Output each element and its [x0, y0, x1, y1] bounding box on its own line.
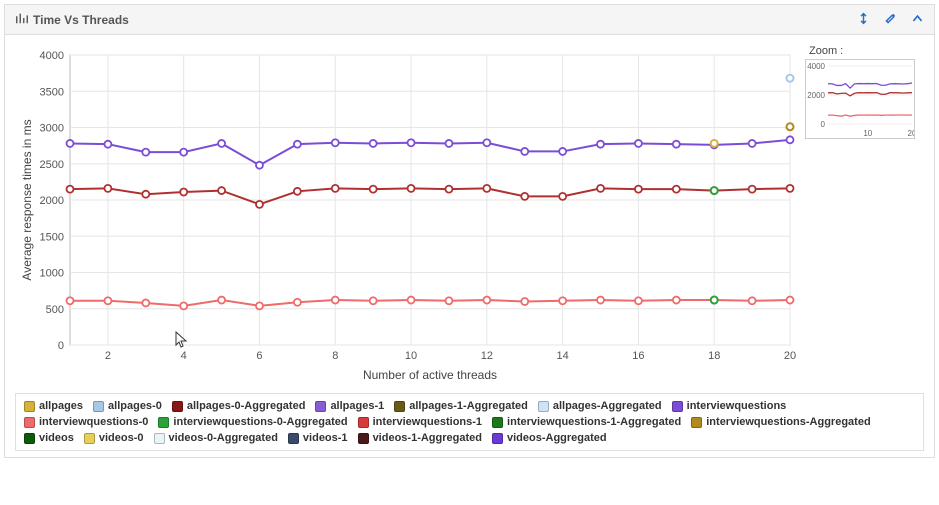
legend-item[interactable]: interviewquestions-0: [24, 416, 148, 428]
svg-text:6: 6: [256, 350, 262, 362]
svg-text:1000: 1000: [40, 268, 64, 280]
legend-swatch: [492, 417, 503, 428]
expand-icon[interactable]: [857, 12, 870, 28]
legend-label: videos-0-Aggregated: [169, 432, 278, 444]
svg-text:3500: 3500: [40, 86, 64, 98]
svg-text:20: 20: [784, 350, 796, 362]
legend-label: interviewquestions-0: [39, 416, 148, 428]
svg-text:4000: 4000: [807, 62, 825, 71]
legend-swatch: [691, 417, 702, 428]
svg-text:0: 0: [58, 340, 64, 352]
legend-swatch: [24, 401, 35, 412]
panel-header: Time Vs Threads: [5, 5, 934, 35]
panel-actions: [857, 12, 924, 28]
legend-swatch: [158, 417, 169, 428]
panel-title: Time Vs Threads: [15, 11, 129, 28]
legend-label: videos-Aggregated: [507, 432, 607, 444]
legend-swatch: [672, 401, 683, 412]
legend-item[interactable]: videos-0-Aggregated: [154, 432, 278, 444]
svg-text:500: 500: [46, 304, 64, 316]
settings-icon[interactable]: [884, 12, 897, 28]
legend-item[interactable]: allpages-1: [315, 400, 384, 412]
legend-item[interactable]: interviewquestions: [672, 400, 787, 412]
legend-item[interactable]: interviewquestions-1-Aggregated: [492, 416, 681, 428]
svg-text:16: 16: [632, 350, 644, 362]
svg-text:10: 10: [405, 350, 417, 362]
legend-item[interactable]: allpages: [24, 400, 83, 412]
legend-swatch: [538, 401, 549, 412]
legend-swatch: [394, 401, 405, 412]
main-line-chart[interactable]: 0 500 1000 1500 2000 2500 3000 3500 4000 2 4 6 8 10 12…: [15, 45, 805, 385]
legend-label: videos-0: [99, 432, 144, 444]
legend-label: videos-1-Aggregated: [373, 432, 482, 444]
legend-swatch: [84, 433, 95, 444]
svg-text:14: 14: [557, 350, 569, 362]
legend-item[interactable]: videos: [24, 432, 74, 444]
svg-text:2: 2: [105, 350, 111, 362]
svg-text:10: 10: [863, 129, 872, 138]
svg-text:18: 18: [708, 350, 720, 362]
legend-swatch: [24, 417, 35, 428]
legend-label: videos-1: [303, 432, 348, 444]
legend-label: interviewquestions-0-Aggregated: [173, 416, 347, 428]
legend-item[interactable]: interviewquestions-0-Aggregated: [158, 416, 347, 428]
panel-body: 0 500 1000 1500 2000 2500 3000 3500 4000 2 4 6 8 10 12…: [5, 35, 934, 457]
legend-label: allpages: [39, 400, 83, 412]
legend-swatch: [24, 433, 35, 444]
svg-text:0: 0: [821, 120, 826, 129]
panel-title-text: Time Vs Threads: [33, 13, 129, 27]
svg-text:4: 4: [181, 350, 187, 362]
legend-label: allpages-0-Aggregated: [187, 400, 306, 412]
legend-swatch: [172, 401, 183, 412]
legend-swatch: [315, 401, 326, 412]
legend-item[interactable]: allpages-1-Aggregated: [394, 400, 528, 412]
legend-label: interviewquestions-1-Aggregated: [507, 416, 681, 428]
legend-label: interviewquestions-1: [373, 416, 482, 428]
svg-text:20: 20: [908, 129, 915, 138]
legend-swatch: [358, 433, 369, 444]
svg-text:Number of active threads: Number of active threads: [363, 368, 497, 382]
svg-text:2000: 2000: [40, 195, 64, 207]
legend-swatch: [358, 417, 369, 428]
legend-swatch: [154, 433, 165, 444]
svg-text:4000: 4000: [40, 50, 64, 62]
svg-text:12: 12: [481, 350, 493, 362]
svg-text:8: 8: [332, 350, 338, 362]
legend-label: videos: [39, 432, 74, 444]
legend-item[interactable]: videos-0: [84, 432, 144, 444]
legend-item[interactable]: videos-1: [288, 432, 348, 444]
svg-text:Average response times in ms: Average response times in ms: [20, 119, 34, 280]
svg-text:3000: 3000: [40, 123, 64, 135]
chart-panel: Time Vs Threads: [4, 4, 935, 458]
legend-label: interviewquestions-Aggregated: [706, 416, 870, 428]
chart-legend: allpages allpages-0 allpages-0-Aggregated a…: [15, 393, 924, 451]
legend-item[interactable]: interviewquestions-Aggregated: [691, 416, 870, 428]
svg-text:2000: 2000: [807, 91, 825, 100]
legend-item[interactable]: videos-Aggregated: [492, 432, 607, 444]
zoom-label: Zoom :: [809, 45, 915, 57]
legend-label: allpages-1: [330, 400, 384, 412]
bar-chart-icon: [15, 11, 29, 28]
legend-item[interactable]: allpages-0-Aggregated: [172, 400, 306, 412]
collapse-icon[interactable]: [911, 12, 924, 28]
legend-swatch: [93, 401, 104, 412]
legend-label: interviewquestions: [687, 400, 787, 412]
legend-item[interactable]: interviewquestions-1: [358, 416, 482, 428]
legend-label: allpages-1-Aggregated: [409, 400, 528, 412]
svg-text:2500: 2500: [40, 159, 64, 171]
legend-label: allpages-0: [108, 400, 162, 412]
legend-item[interactable]: allpages-0: [93, 400, 162, 412]
legend-swatch: [492, 433, 503, 444]
svg-text:1500: 1500: [40, 231, 64, 243]
legend-item[interactable]: videos-1-Aggregated: [358, 432, 482, 444]
legend-swatch: [288, 433, 299, 444]
legend-item[interactable]: allpages-Aggregated: [538, 400, 662, 412]
legend-label: allpages-Aggregated: [553, 400, 662, 412]
zoom-overview-chart[interactable]: 0 2000 4000 10 20: [805, 59, 915, 139]
